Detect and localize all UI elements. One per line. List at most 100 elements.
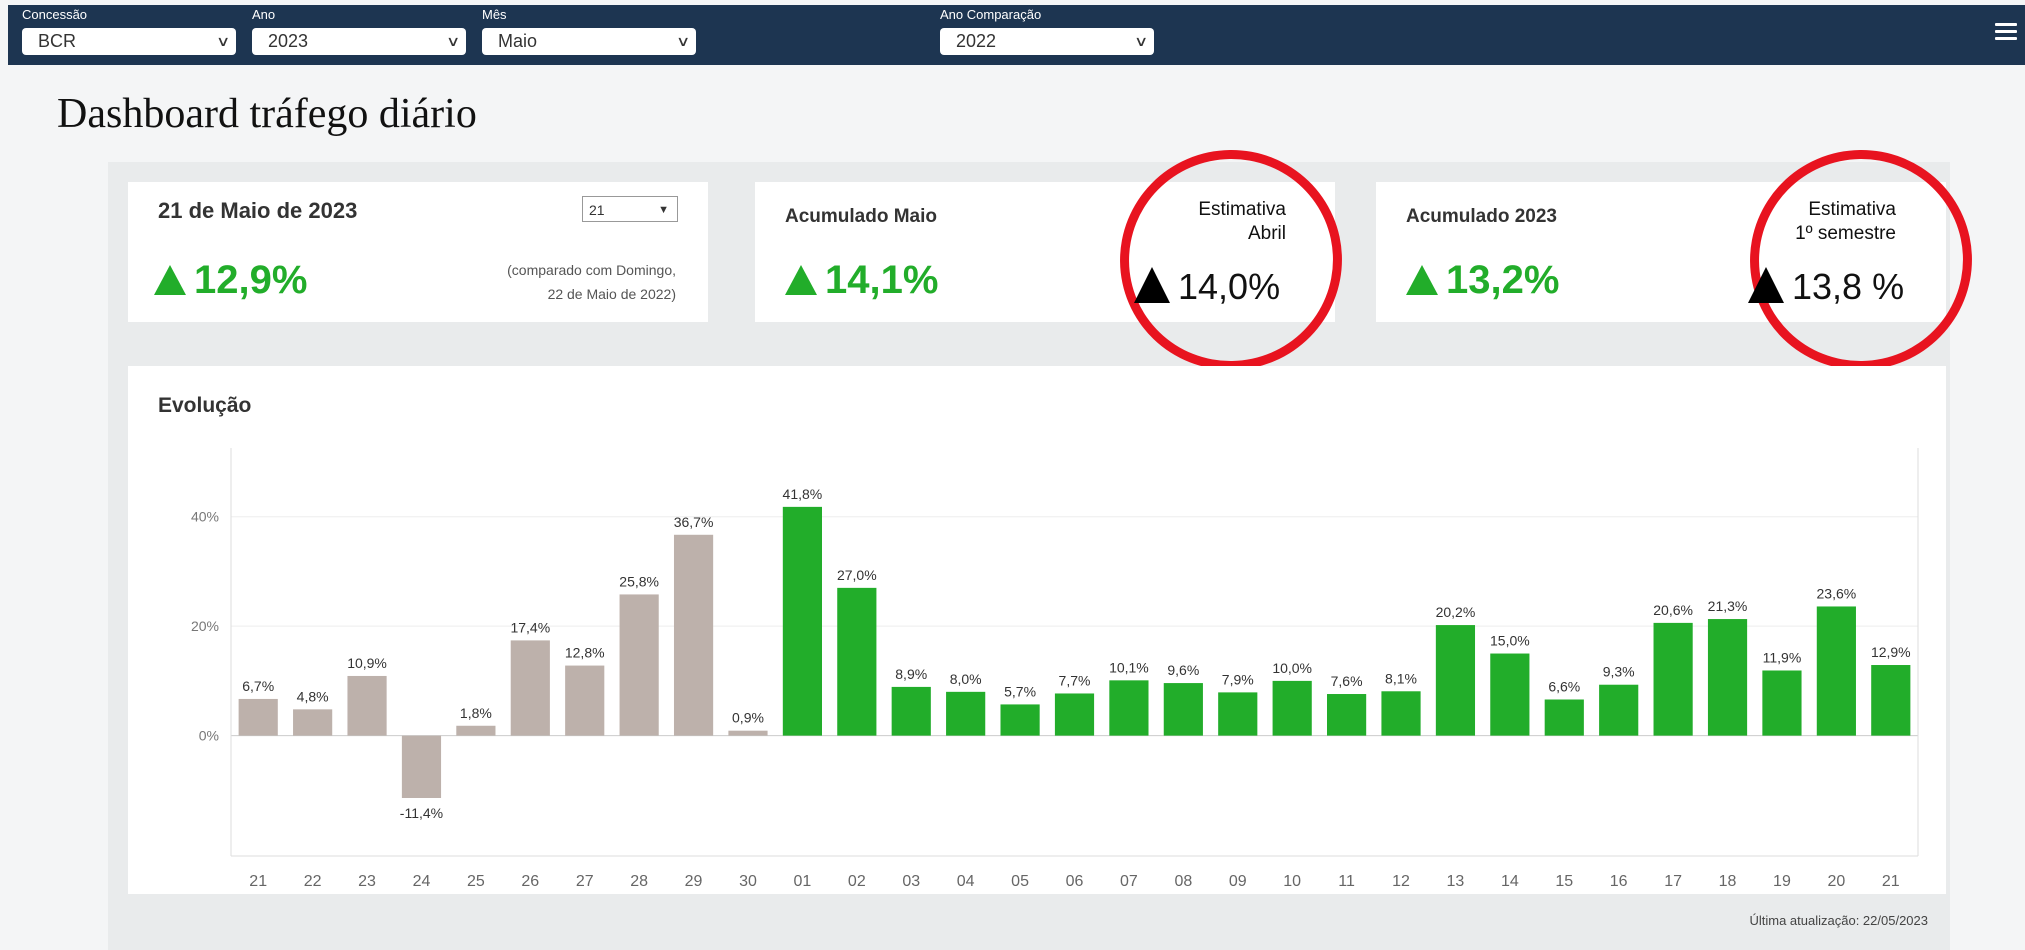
bar[interactable]	[565, 665, 605, 736]
year-card-pct-value: 13,2%	[1446, 258, 1560, 302]
month-estimate-ring	[1099, 129, 1363, 391]
bar[interactable]	[946, 691, 986, 736]
up-triangle-icon	[785, 265, 817, 295]
bar-data-label: 12,9%	[1871, 644, 1911, 660]
filter-concessao-label: Concessão	[22, 7, 88, 22]
year-card-pct: 13,2%	[1406, 258, 1559, 303]
year-estimate-label-line1: Estimativa	[1808, 199, 1896, 220]
bar-data-label: 21,3%	[1708, 598, 1748, 614]
bar[interactable]	[347, 675, 387, 736]
page-title: Dashboard tráfego diário	[57, 91, 477, 137]
x-tick-label: 18	[1719, 873, 1737, 890]
bar-data-label: 5,7%	[1004, 683, 1036, 699]
filter-ano-comparacao: Ano Comparação 2022 ∨	[940, 8, 1154, 55]
bar-data-label: 4,8%	[297, 688, 329, 704]
bar[interactable]	[1435, 625, 1476, 736]
bar-data-label: 20,6%	[1653, 602, 1693, 618]
bar[interactable]	[1109, 680, 1149, 736]
filter-mes: Mês Maio ∨	[482, 8, 696, 55]
x-tick-label: 04	[957, 873, 975, 890]
bar[interactable]	[728, 730, 768, 736]
bar[interactable]	[891, 686, 931, 736]
bar[interactable]	[1054, 693, 1095, 736]
bar-data-label: 8,9%	[895, 666, 927, 682]
month-card-pct-value: 14,1%	[825, 258, 939, 302]
bar[interactable]	[510, 640, 550, 736]
ano-select[interactable]: 2023 ∨	[252, 28, 466, 55]
x-tick-label: 21	[249, 873, 267, 890]
up-triangle-icon	[1406, 265, 1438, 295]
comparison-note-line2: 22 de Maio de 2022)	[547, 286, 676, 302]
bar[interactable]	[1762, 670, 1802, 736]
filter-ano-comparacao-label: Ano Comparação	[940, 7, 1042, 22]
bar[interactable]	[238, 698, 278, 736]
bar[interactable]	[1000, 704, 1040, 736]
bar-data-label: 8,1%	[1385, 670, 1417, 686]
bar[interactable]	[293, 709, 333, 736]
bar[interactable]	[1490, 653, 1530, 736]
concessao-select[interactable]: BCR ∨	[22, 28, 236, 55]
month-estimate-label-line2: Abril	[1247, 223, 1286, 244]
filter-ano-label: Ano	[252, 7, 276, 22]
year-estimate-label-line2: 1º semestre	[1795, 223, 1896, 244]
bar[interactable]	[1381, 691, 1421, 736]
chevron-down-icon: ∨	[1133, 33, 1149, 49]
x-tick-label: 13	[1447, 873, 1465, 890]
x-tick-label: 27	[576, 873, 594, 890]
bar[interactable]	[1327, 694, 1367, 736]
x-tick-label: 20	[1827, 873, 1845, 890]
caret-down-icon: ▼	[658, 204, 669, 216]
bar[interactable]	[1871, 665, 1911, 736]
day-card-comparison-note: (comparado com Domingo, 22 de Maio de 20…	[507, 258, 676, 306]
filter-bar: Concessão BCR ∨ Ano 2023 ∨ Mês Maio ∨ An…	[8, 5, 2025, 65]
bar[interactable]	[673, 534, 714, 736]
x-tick-label: 23	[358, 873, 376, 890]
year-card-title: Acumulado 2023	[1406, 206, 1557, 227]
ano-comparacao-select[interactable]: 2022 ∨	[940, 28, 1154, 55]
x-tick-label: 12	[1392, 873, 1410, 890]
bar[interactable]	[456, 725, 496, 736]
bar[interactable]	[619, 594, 659, 736]
year-estimate-label: Estimativa 1º semestre	[1758, 198, 1896, 246]
last-update-note: Última atualização: 22/05/2023	[1749, 913, 1928, 928]
bar[interactable]	[1544, 699, 1584, 736]
year-estimate-value-text: 13,8 %	[1792, 266, 1905, 307]
x-tick-label: 16	[1610, 873, 1628, 890]
bar[interactable]	[837, 587, 877, 736]
year-estimate-value: 13,8 %	[1748, 266, 1904, 308]
bar[interactable]	[1163, 683, 1203, 736]
bar-data-label: 7,7%	[1059, 672, 1091, 688]
bar[interactable]	[1272, 680, 1312, 736]
bar[interactable]	[1218, 692, 1258, 736]
bar-data-label: 17,4%	[510, 619, 550, 635]
x-tick-label: 29	[685, 873, 703, 890]
bar[interactable]	[1653, 622, 1693, 736]
bar-data-label: 41,8%	[783, 486, 823, 502]
x-tick-label: 22	[304, 873, 322, 890]
bar[interactable]	[401, 735, 442, 798]
y-tick-label: 20%	[191, 618, 219, 634]
day-card-pct: 12,9%	[154, 258, 307, 303]
bar-data-label: 23,6%	[1817, 585, 1857, 601]
filter-concessao: Concessão BCR ∨	[22, 8, 236, 55]
x-tick-label: 24	[413, 873, 431, 890]
bar[interactable]	[1599, 684, 1639, 736]
hamburger-menu-icon[interactable]	[1995, 23, 2017, 44]
month-card-pct: 14,1%	[785, 258, 938, 303]
x-tick-label: 26	[521, 873, 539, 890]
year-estimate-ring	[1729, 129, 1993, 391]
up-triangle-icon	[1748, 267, 1784, 303]
day-select[interactable]: 21 ▼	[582, 196, 678, 222]
month-estimate-value: 14,0%	[1134, 266, 1280, 308]
filter-ano: Ano 2023 ∨	[252, 8, 466, 55]
bar-data-label: -11,4%	[400, 805, 443, 821]
bar[interactable]	[1816, 606, 1856, 736]
chevron-down-icon: ∨	[215, 33, 231, 49]
filter-mes-label: Mês	[482, 7, 507, 22]
up-triangle-icon	[154, 265, 186, 295]
bar[interactable]	[782, 506, 822, 736]
x-tick-label: 28	[630, 873, 648, 890]
bar[interactable]	[1707, 619, 1748, 736]
mes-select[interactable]: Maio ∨	[482, 28, 696, 55]
x-tick-label: 30	[739, 873, 757, 890]
